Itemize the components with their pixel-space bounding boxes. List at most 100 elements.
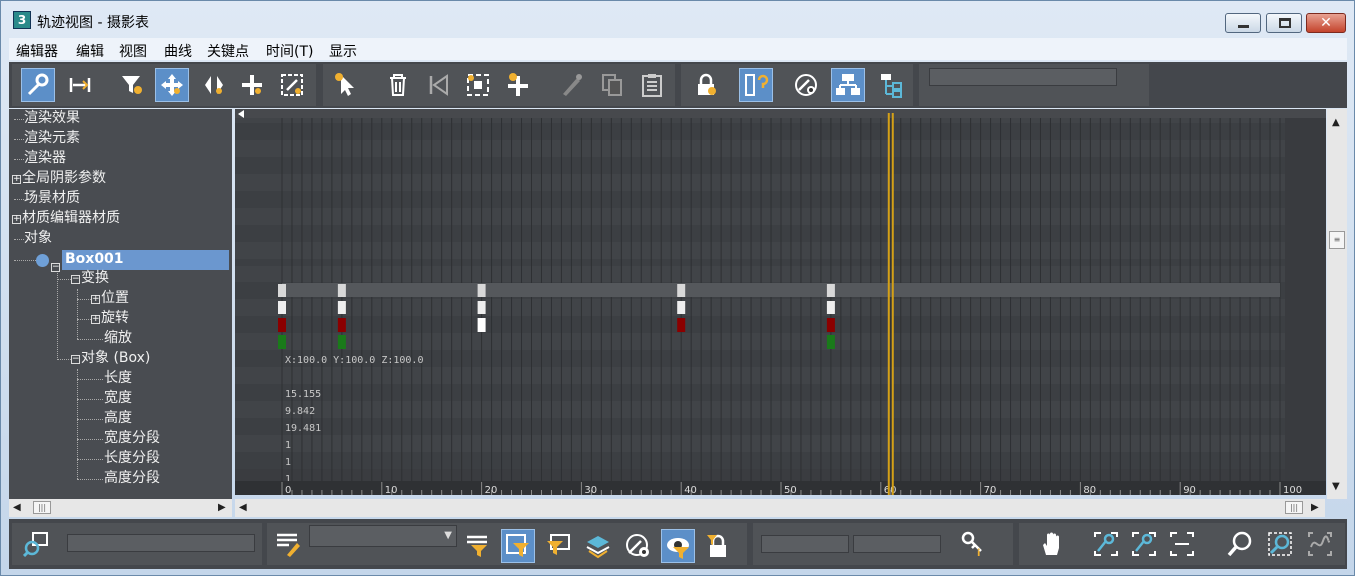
filter-selected-objects-icon[interactable] (501, 529, 535, 563)
expand-icon[interactable]: + (12, 215, 21, 224)
tree-item-object-box[interactable]: −对象 (Box) (71, 349, 150, 369)
filter-active-layer-icon[interactable] (581, 529, 615, 563)
copy-icon[interactable] (595, 68, 629, 102)
delete-time-icon[interactable] (381, 68, 415, 102)
lock-selection-icon[interactable] (689, 68, 723, 102)
add-keys-icon[interactable] (235, 68, 269, 102)
menu-display[interactable]: 显示 (329, 41, 357, 61)
zoom-icon[interactable] (1223, 527, 1257, 561)
expand-icon[interactable]: + (91, 315, 100, 324)
snap-frames-icon[interactable] (739, 68, 773, 102)
collapse-icon[interactable]: − (71, 275, 80, 284)
tree-horizontal-scrollbar[interactable]: ◀ ||| ▶ (9, 499, 232, 517)
key-marker-scale[interactable] (337, 335, 346, 349)
expand-icon[interactable]: + (91, 295, 100, 304)
tree-item-box001[interactable]: Box001 (62, 250, 229, 270)
tree-item-width[interactable]: 宽度 (104, 389, 132, 409)
zoom-selected-icon[interactable] (19, 527, 53, 561)
edit-keys-list-icon[interactable] (271, 527, 305, 561)
tree-item-render-effects[interactable]: 渲染效果 (24, 109, 80, 129)
tree-item-height[interactable]: 高度 (104, 409, 132, 429)
tree-item-objects[interactable]: 对象 (24, 229, 52, 249)
filter-dropdown[interactable]: ▼ (309, 525, 457, 547)
dopesheet-horizontal-scrollbar[interactable]: ◀ ||| ▶ (235, 499, 1325, 517)
filter-icon[interactable] (115, 68, 149, 102)
tree-item-length[interactable]: 长度 (104, 369, 132, 389)
filter-visible-objects-icon[interactable] (621, 529, 655, 563)
scroll-thumb[interactable]: ||| (1285, 501, 1303, 514)
tree-item-medit-materials[interactable]: +材质编辑器材质 (12, 209, 120, 229)
tree-item-render-elements[interactable]: 渲染元素 (24, 129, 80, 149)
move-keys-icon[interactable] (155, 68, 189, 102)
paste-icon[interactable] (635, 68, 669, 102)
key-marker[interactable] (677, 284, 686, 297)
filter-unlocked-attributes-icon[interactable] (661, 529, 695, 563)
filter-animated-tracks-icon[interactable] (541, 529, 575, 563)
selection-name-field[interactable] (67, 534, 255, 552)
scroll-thumb[interactable]: ||| (33, 501, 51, 514)
show-keyable-icon[interactable] (789, 68, 823, 102)
reverse-time-icon[interactable] (421, 68, 455, 102)
filter-selected-tracks-icon[interactable] (461, 529, 495, 563)
scroll-right-icon[interactable]: ▶ (218, 502, 226, 513)
collapse-icon[interactable]: − (71, 355, 80, 364)
expand-icon[interactable]: + (12, 175, 21, 184)
key-marker[interactable] (826, 284, 835, 297)
key-marker[interactable] (477, 284, 486, 297)
key-marker-position[interactable] (826, 301, 835, 314)
scroll-left-icon[interactable]: ◀ (13, 502, 21, 513)
key-marker-position[interactable] (278, 301, 286, 314)
dopesheet-vertical-scrollbar[interactable]: ▲ ≡ ▼ (1327, 109, 1347, 499)
scroll-thumb[interactable]: ≡ (1329, 231, 1345, 249)
tree-item-height-segs[interactable]: 高度分段 (104, 469, 160, 489)
key-marker-rotation[interactable] (337, 318, 346, 332)
tree-item-scene-materials[interactable]: 场景材质 (24, 189, 80, 209)
scroll-down-icon[interactable]: ▼ (1332, 481, 1340, 492)
modify-child-keys-icon[interactable] (875, 68, 909, 102)
scroll-up-icon[interactable]: ▲ (1332, 117, 1340, 128)
key-marker[interactable] (278, 284, 286, 297)
key-marker-rotation[interactable] (278, 318, 286, 332)
tree-item-position[interactable]: +位置 (91, 289, 129, 309)
minimize-button[interactable] (1225, 13, 1261, 33)
scale-time-icon[interactable] (461, 68, 495, 102)
range-bar[interactable] (282, 283, 1280, 297)
filter-locked-icon[interactable] (701, 529, 735, 563)
key-value-field[interactable] (853, 535, 941, 553)
isolate-curve-icon[interactable] (1303, 527, 1337, 561)
key-marker-rotation[interactable] (477, 318, 486, 332)
soft-select-icon[interactable] (555, 68, 589, 102)
menu-time[interactable]: 时间(T) (266, 41, 313, 61)
key-marker[interactable] (337, 284, 346, 297)
zoom-region-box-icon[interactable] (1263, 527, 1297, 561)
tree-item-renderer[interactable]: 渲染器 (24, 149, 66, 169)
scale-keys-icon[interactable] (275, 68, 309, 102)
scroll-right-icon[interactable]: ▶ (1311, 502, 1319, 513)
key-marker-rotation[interactable] (677, 318, 686, 332)
tree-item-transform[interactable]: −变换 (71, 269, 109, 289)
key-marker-scale[interactable] (826, 335, 835, 349)
slide-keys-icon2[interactable] (197, 68, 231, 102)
pan-icon[interactable] (1035, 527, 1069, 561)
dope-sheet[interactable]: X:100.0 Y:100.0 Z:100.0 15.155 9.842 19.481… (235, 109, 1326, 495)
menu-view[interactable]: 视图 (119, 41, 147, 61)
key-marker-position[interactable] (677, 301, 686, 314)
frame-horizontal-icon[interactable] (1089, 527, 1123, 561)
insert-time-icon[interactable] (501, 68, 535, 102)
close-button[interactable]: ✕ (1306, 13, 1346, 33)
key-info-icon[interactable]: i (955, 527, 989, 561)
tree-item-global-shadow[interactable]: +全局阴影参数 (12, 169, 106, 189)
slide-keys-icon[interactable] (63, 68, 97, 102)
frame-values-icon[interactable] (1127, 527, 1161, 561)
key-marker-position[interactable] (337, 301, 346, 314)
maximize-button[interactable] (1266, 13, 1302, 33)
filter-keys-icon[interactable] (21, 68, 55, 102)
key-marker-position[interactable] (477, 301, 486, 314)
menu-curves[interactable]: 曲线 (164, 41, 192, 61)
collapse-icon[interactable]: − (51, 255, 62, 272)
menu-editor[interactable]: 编辑器 (16, 41, 58, 61)
scroll-left-icon[interactable]: ◀ (239, 502, 247, 513)
tree-item-scale[interactable]: 缩放 (104, 329, 132, 349)
tree-item-rotation[interactable]: +旋转 (91, 309, 129, 329)
menu-edit[interactable]: 编辑 (76, 41, 104, 61)
